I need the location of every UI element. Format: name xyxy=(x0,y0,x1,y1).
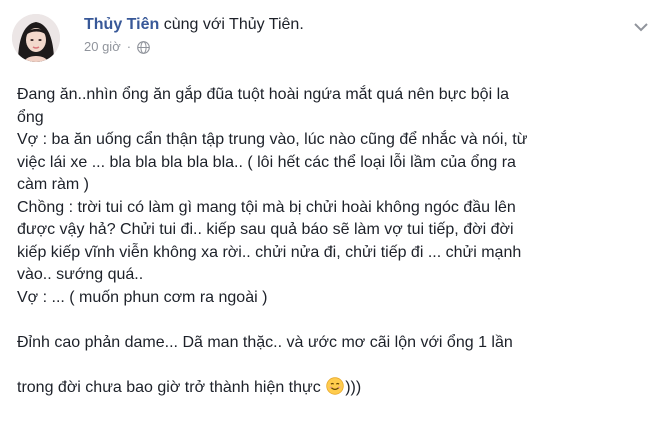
post-paragraph: Chồng : trời tui có làm gì mang tội mà b… xyxy=(17,198,522,284)
avatar[interactable] xyxy=(12,14,60,62)
facebook-post: Thủy Tiên cùng với Thủy Tiên. 20 giờ · Đ… xyxy=(0,0,665,424)
post-paragraph: Đang ăn..nhìn ổng ăn gắp đũa tuột hoài n… xyxy=(17,86,510,126)
final-line-2: trong đời chưa bao giờ trở thành hiện th… xyxy=(17,378,326,396)
post-meta: 20 giờ · xyxy=(84,38,150,56)
post-timestamp[interactable]: 20 giờ xyxy=(84,38,121,56)
post-body: Đang ăn..nhìn ổng ăn gắp đũa tuột hoài n… xyxy=(17,84,647,399)
tagged-with-text: cùng với Thủy Tiên. xyxy=(159,16,304,33)
author-name[interactable]: Thủy Tiên xyxy=(84,16,159,33)
globe-icon[interactable] xyxy=(137,40,150,54)
post-author-line: Thủy Tiên cùng với Thủy Tiên. xyxy=(84,15,304,35)
final-line-2-tail: ))) xyxy=(345,378,362,396)
post-paragraph: Vợ : ba ăn uống cẩn thận tập trung vào, … xyxy=(17,131,528,193)
post-paragraph: Vợ : ... ( muốn phun cơm ra ngoài ) xyxy=(17,288,268,306)
post-paragraph-final: Đỉnh cao phản dame... Dã man thặc.. và ư… xyxy=(17,309,647,399)
final-line-1: Đỉnh cao phản dame... Dã man thặc.. và ư… xyxy=(17,333,513,351)
avatar-photo-icon xyxy=(12,14,60,62)
meta-separator: · xyxy=(126,39,132,54)
post-header: Thủy Tiên cùng với Thủy Tiên. 20 giờ · xyxy=(12,14,652,66)
smiling-face-emoji-icon xyxy=(326,376,344,395)
post-options-chevron-icon[interactable] xyxy=(630,20,652,36)
